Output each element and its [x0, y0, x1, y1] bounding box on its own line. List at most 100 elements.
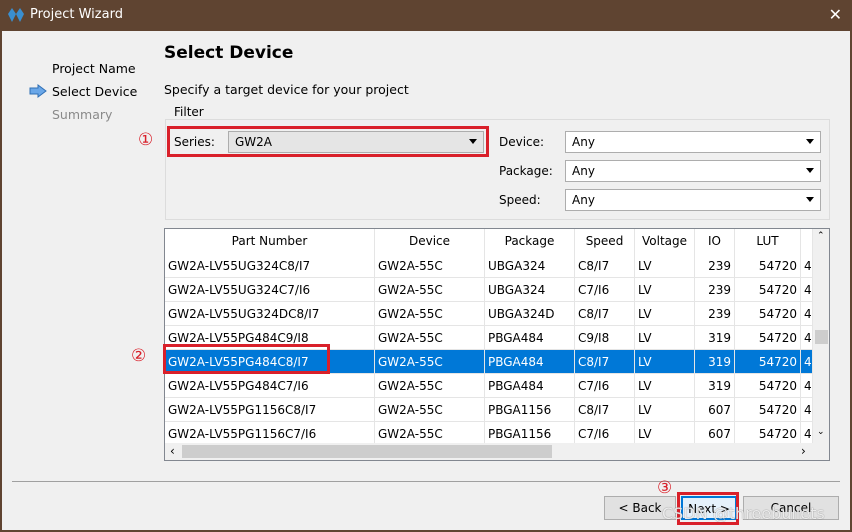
table-cell: LV	[635, 350, 695, 374]
annotation-3: ③	[657, 478, 673, 498]
table-cell: UBGA324	[485, 278, 575, 302]
chevron-down-icon	[806, 168, 814, 173]
table-cell: LV	[635, 398, 695, 422]
column-header[interactable]: Device	[375, 229, 485, 254]
sidebar-item-summary: Summary	[52, 107, 113, 122]
table-row[interactable]: GW2A-LV55UG324DC8/I7 GW2A-55C UBGA324D C8/I…	[165, 302, 813, 326]
table-cell: LV	[635, 278, 695, 302]
table-cell: UBGA324D	[485, 302, 575, 326]
table-cell: 239	[695, 254, 735, 278]
horizontal-scrollbar[interactable]: ‹ ›	[165, 443, 829, 460]
table-cell: C8/I7	[575, 302, 635, 326]
chevron-down-icon	[806, 139, 814, 144]
column-header[interactable]	[801, 229, 813, 254]
column-header[interactable]: Voltage	[635, 229, 695, 254]
speed-label: Speed:	[499, 193, 541, 207]
annotation-1: ①	[138, 130, 154, 150]
table-cell: 54720	[735, 398, 801, 422]
sidebar-item-project-name: Project Name	[52, 61, 136, 76]
column-header[interactable]: LUT	[735, 229, 801, 254]
vertical-scroll-thumb[interactable]	[815, 330, 828, 344]
table-cell: GW2A-LV55UG324C7/I6	[165, 278, 375, 302]
table-cell: 54720	[735, 278, 801, 302]
scroll-down-icon[interactable]: ⌄	[817, 427, 825, 437]
table-cell: C8/I7	[575, 398, 635, 422]
app-logo-icon	[8, 8, 24, 22]
table-cell: GW2A-LV55UG324C8/I7	[165, 254, 375, 278]
horizontal-scroll-thumb[interactable]	[182, 445, 552, 458]
table-cell: 54720	[735, 374, 801, 398]
table-cell: C8/I7	[575, 350, 635, 374]
page-subtitle: Specify a target device for your project	[164, 82, 409, 97]
vertical-scrollbar[interactable]: ⌃ ⌄	[813, 229, 829, 443]
table-cell: 319	[695, 374, 735, 398]
table-cell: PBGA484	[485, 374, 575, 398]
table-cell: 4	[801, 398, 813, 422]
table-cell: C7/I6	[575, 278, 635, 302]
chevron-down-icon	[806, 197, 814, 202]
table-cell: 4	[801, 374, 813, 398]
scroll-left-icon[interactable]: ‹	[170, 444, 175, 458]
table-cell: PBGA484	[485, 326, 575, 350]
table-cell: GW2A-55C	[375, 374, 485, 398]
annotation-box-series	[167, 126, 489, 157]
table-cell: GW2A-55C	[375, 326, 485, 350]
package-select[interactable]: Any	[565, 160, 821, 182]
close-icon[interactable]: ✕	[829, 5, 842, 24]
package-value: Any	[572, 164, 595, 178]
table-row[interactable]: GW2A-LV55UG324C8/I7 GW2A-55C UBGA324 C8/I7 L…	[165, 254, 813, 278]
table-cell: 54720	[735, 302, 801, 326]
table-cell: 4	[801, 254, 813, 278]
column-header[interactable]: Speed	[575, 229, 635, 254]
table-cell: 54720	[735, 326, 801, 350]
table-cell: 4	[801, 278, 813, 302]
table-row[interactable]: GW2A-LV55PG484C7/I6 GW2A-55C PBGA484 C7/I6 L…	[165, 374, 813, 398]
table-cell: 4	[801, 302, 813, 326]
table-cell: LV	[635, 254, 695, 278]
table-cell: LV	[635, 326, 695, 350]
table-cell: 4	[801, 350, 813, 374]
table-cell: GW2A-55C	[375, 398, 485, 422]
annotation-2: ②	[131, 346, 147, 366]
device-value: Any	[572, 135, 595, 149]
table-cell: GW2A-55C	[375, 350, 485, 374]
window-title: Project Wizard	[30, 7, 123, 22]
divider	[12, 481, 840, 482]
page-title: Select Device	[164, 43, 294, 63]
table-cell: PBGA484	[485, 350, 575, 374]
table-cell: 4	[801, 326, 813, 350]
table-cell: GW2A-LV55UG324DC8/I7	[165, 302, 375, 326]
table-cell: LV	[635, 302, 695, 326]
table-cell: PBGA1156	[485, 398, 575, 422]
table-cell: C8/I7	[575, 254, 635, 278]
table-cell: 239	[695, 278, 735, 302]
scroll-up-icon[interactable]: ⌃	[817, 231, 825, 241]
speed-select[interactable]: Any	[565, 189, 821, 211]
table-cell: 607	[695, 398, 735, 422]
table-cell: UBGA324	[485, 254, 575, 278]
table-cell: GW2A-55C	[375, 278, 485, 302]
table-row[interactable]: GW2A-LV55PG1156C8/I7 GW2A-55C PBGA1156 C8/I…	[165, 398, 813, 422]
table-cell: LV	[635, 374, 695, 398]
column-header[interactable]: Package	[485, 229, 575, 254]
watermark: CSDN @threebullets	[662, 504, 825, 523]
column-header[interactable]: Part Number	[165, 229, 375, 254]
table-cell: GW2A-55C	[375, 254, 485, 278]
column-header[interactable]: IO	[695, 229, 735, 254]
device-label: Device:	[499, 135, 545, 149]
package-label: Package:	[499, 164, 553, 178]
table-cell: GW2A-LV55PG484C7/I6	[165, 374, 375, 398]
title-bar: Project Wizard ✕	[0, 0, 852, 31]
table-cell: C7/I6	[575, 374, 635, 398]
device-select[interactable]: Any	[565, 131, 821, 153]
table-cell: GW2A-55C	[375, 302, 485, 326]
annotation-box-row	[163, 344, 330, 374]
table-row[interactable]: GW2A-LV55UG324C7/I6 GW2A-55C UBGA324 C7/I6 L…	[165, 278, 813, 302]
sidebar-item-select-device: Select Device	[52, 84, 138, 99]
table-cell: GW2A-LV55PG1156C8/I7	[165, 398, 375, 422]
table-cell: 239	[695, 302, 735, 326]
table-cell: 54720	[735, 254, 801, 278]
scroll-right-icon[interactable]: ›	[801, 444, 806, 458]
table-cell: 54720	[735, 350, 801, 374]
table-cell: 319	[695, 350, 735, 374]
